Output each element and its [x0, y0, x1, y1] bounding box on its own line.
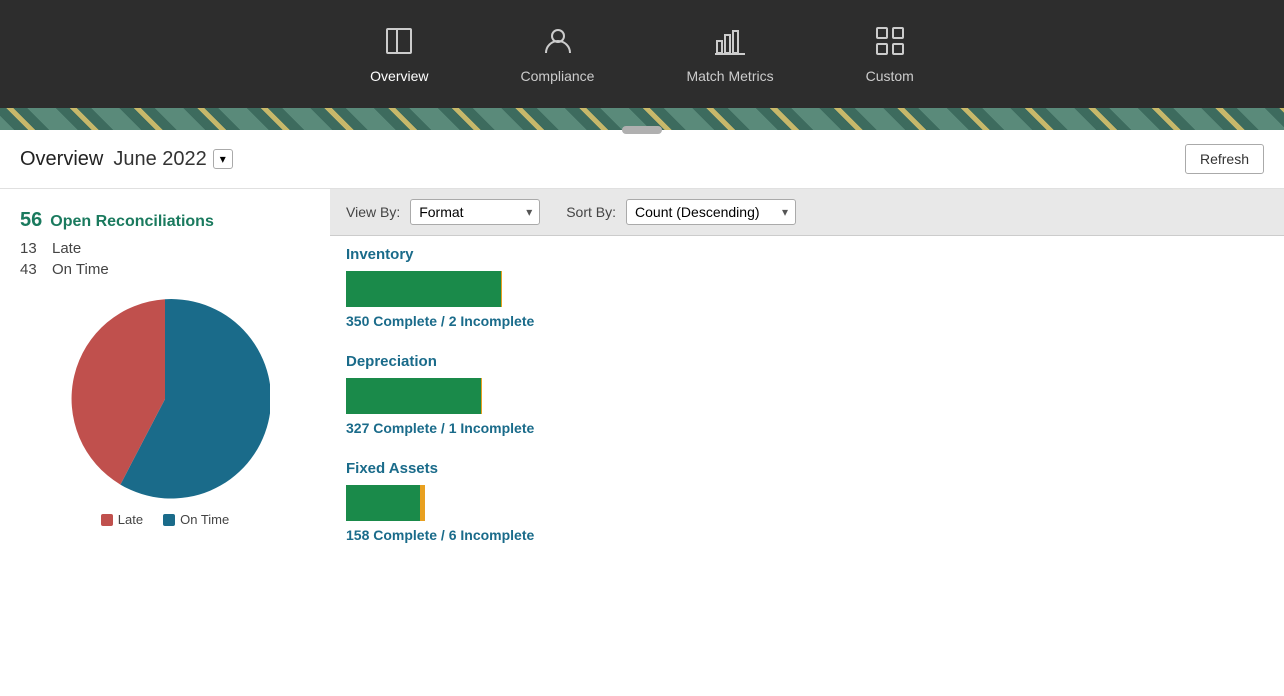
legend-on-time-dot: [163, 514, 175, 526]
match-metrics-icon: [714, 25, 746, 62]
compliance-icon: [542, 25, 574, 62]
on-time-stat-row: 43 On Time: [20, 261, 310, 278]
custom-icon: [874, 25, 906, 62]
recon-stats-depreciation: 327 Complete / 1 Incomplete: [346, 420, 1268, 436]
late-label: Late: [52, 240, 81, 257]
nav-match-metrics[interactable]: Match Metrics: [670, 17, 789, 92]
nav-match-metrics-label: Match Metrics: [686, 68, 773, 84]
top-nav: Overview Compliance Match Metrics: [0, 0, 1284, 108]
nav-compliance[interactable]: Compliance: [505, 17, 611, 92]
late-count: 13: [20, 240, 44, 257]
recon-item-depreciation: Depreciation 327 Complete / 1 Incomplete: [346, 353, 1268, 436]
header-row: Overview June 2022 ▾ Refresh: [0, 130, 1284, 189]
reconciliations-list: Inventory 350 Complete / 2 Incomplete De…: [330, 236, 1284, 577]
left-panel: 56 Open Reconciliations 13 Late 43 On Ti…: [0, 189, 330, 696]
nav-overview[interactable]: Overview: [354, 17, 444, 92]
legend-late: Late: [101, 512, 143, 527]
pie-legend: Late On Time: [101, 512, 229, 527]
pie-chart-container: Late On Time: [20, 294, 310, 527]
view-by-select[interactable]: Format Category Team: [410, 199, 540, 225]
progress-bar-fixed-assets: [346, 485, 1268, 521]
recon-title-depreciation: Depreciation: [346, 353, 1268, 370]
sort-by-label: Sort By:: [566, 204, 616, 220]
right-panel: View By: Format Category Team Sort By: C…: [330, 189, 1284, 696]
recon-item-fixed-assets: Fixed Assets 158 Complete / 6 Incomplete: [346, 460, 1268, 543]
on-time-label: On Time: [52, 261, 109, 278]
progress-bar-inventory: [346, 271, 1268, 307]
nav-custom[interactable]: Custom: [850, 17, 930, 92]
filter-bar: View By: Format Category Team Sort By: C…: [330, 189, 1284, 236]
main-area: Overview June 2022 ▾ Refresh 56 Open Rec…: [0, 130, 1284, 696]
open-label: Open Reconciliations: [50, 213, 214, 231]
open-reconciliations-stat: 56 Open Reconciliations: [20, 209, 310, 232]
bar-incomplete-depreciation: [481, 378, 482, 414]
legend-late-dot: [101, 514, 113, 526]
header-date: June 2022: [113, 148, 206, 171]
recon-item-inventory: Inventory 350 Complete / 2 Incomplete: [346, 246, 1268, 329]
nav-custom-label: Custom: [866, 68, 914, 84]
view-by-label: View By:: [346, 204, 400, 220]
bar-incomplete-fixed-assets: [420, 485, 425, 521]
legend-on-time: On Time: [163, 512, 229, 527]
bar-incomplete-inventory: [501, 271, 502, 307]
recon-stats-inventory: 350 Complete / 2 Incomplete: [346, 313, 1268, 329]
legend-late-label: Late: [118, 512, 143, 527]
legend-on-time-label: On Time: [180, 512, 229, 527]
late-stat-row: 13 Late: [20, 240, 310, 257]
page-title: Overview: [20, 148, 103, 171]
nav-overview-label: Overview: [370, 68, 428, 84]
overview-icon: [383, 25, 415, 62]
sort-by-select[interactable]: Count (Descending) Count (Ascending) Nam…: [626, 199, 796, 225]
content-area: 56 Open Reconciliations 13 Late 43 On Ti…: [0, 189, 1284, 696]
sort-by-select-wrapper: Count (Descending) Count (Ascending) Nam…: [626, 199, 796, 225]
recon-title-inventory: Inventory: [346, 246, 1268, 263]
panel-handle[interactable]: [622, 126, 662, 134]
on-time-count: 43: [20, 261, 44, 278]
pie-chart: [60, 294, 270, 504]
refresh-button[interactable]: Refresh: [1185, 144, 1264, 174]
bar-complete-inventory: [346, 271, 501, 307]
date-dropdown-button[interactable]: ▾: [213, 149, 233, 169]
recon-stats-fixed-assets: 158 Complete / 6 Incomplete: [346, 527, 1268, 543]
view-by-select-wrapper: Format Category Team: [410, 199, 540, 225]
nav-compliance-label: Compliance: [521, 68, 595, 84]
bar-complete-fixed-assets: [346, 485, 420, 521]
progress-bar-depreciation: [346, 378, 1268, 414]
recon-title-fixed-assets: Fixed Assets: [346, 460, 1268, 477]
decorative-banner: [0, 108, 1284, 130]
bar-complete-depreciation: [346, 378, 481, 414]
open-count: 56: [20, 209, 42, 232]
